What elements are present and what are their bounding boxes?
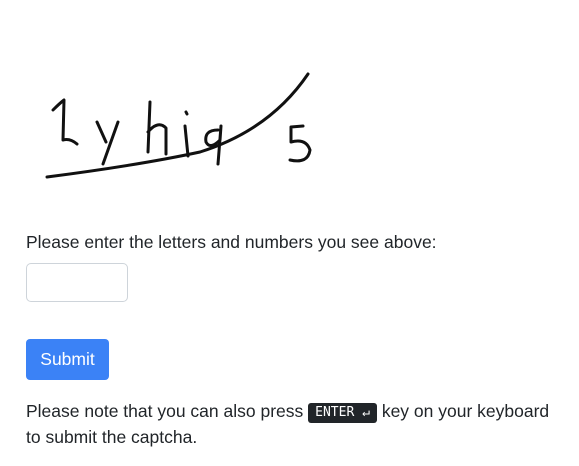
captcha-page: Please enter the letters and numbers you… (0, 0, 579, 466)
keyboard-hint: Please note that you can also press ENTE… (26, 398, 566, 450)
keyboard-hint-text-before: Please note that you can also press (26, 401, 304, 421)
submit-button[interactable]: Submit (26, 339, 109, 380)
captcha-prompt-label: Please enter the letters and numbers you… (26, 232, 437, 252)
captcha-char-4 (183, 110, 190, 158)
captcha-char-6 (288, 124, 312, 163)
captcha-char-1 (51, 98, 79, 146)
enter-key-badge: ENTER ↵ (308, 403, 377, 423)
captcha-char-2 (95, 120, 120, 166)
captcha-answer-input[interactable] (26, 263, 128, 302)
captcha-image-graphic (45, 72, 312, 179)
captcha-char-3 (146, 100, 168, 156)
captcha-image (40, 70, 330, 185)
captcha-noise-line (45, 72, 310, 179)
